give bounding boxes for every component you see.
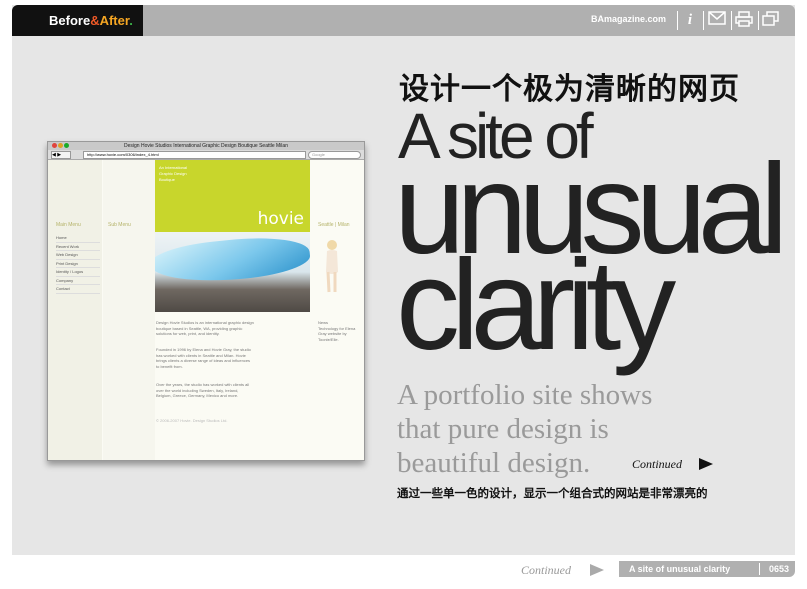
window-icon[interactable]: [760, 11, 782, 29]
brand-logo[interactable]: Before&After.: [12, 5, 143, 36]
hero-banner: An International Graphic Design Boutique…: [155, 160, 310, 232]
person-photo: [323, 238, 341, 294]
deck-line: that pure design is: [397, 413, 609, 445]
sub-menu-column: [103, 160, 155, 460]
footer-title: A site of unusual clarity: [629, 564, 731, 574]
info-icon[interactable]: i: [679, 11, 701, 29]
print-icon[interactable]: [733, 11, 755, 29]
menu-item: Print Design: [56, 260, 100, 268]
continue-arrow-icon[interactable]: [699, 458, 713, 470]
hero-photo: [155, 232, 310, 312]
back-forward-buttons: ◀ ▶: [51, 151, 71, 159]
site-link[interactable]: BAmagazine.com: [591, 14, 666, 24]
menu-item: Company: [56, 277, 100, 285]
chinese-subtitle: 通过一些单一色的设计，显示一个组合式的网站是非常漂亮的: [397, 486, 708, 500]
menu-item: Contact: [56, 285, 100, 294]
hero-tagline: An International Graphic Design Boutique: [159, 165, 188, 182]
divider: [759, 563, 760, 575]
page-number: 0653: [768, 564, 789, 574]
browser-title: Design Hovie Studios International Graph…: [124, 143, 288, 149]
body-paragraph: Founded in 1996 by Elena and Hovie Gray,…: [156, 347, 251, 369]
top-bar: Before&After. BAmagazine.com i: [12, 5, 795, 36]
browser-toolbar: ◀ ▶ http://www.hovie.com/0306/index_4.ht…: [48, 150, 364, 160]
next-arrow-icon[interactable]: [590, 564, 604, 576]
divider: [731, 11, 732, 30]
location-label: Seattle | Milan: [318, 222, 350, 228]
headline-line-3: clarity: [396, 234, 676, 377]
menu-item: Identity / Logos: [56, 268, 100, 277]
footer-bar: A site of unusual clarity 0653: [619, 561, 795, 577]
menu-item: Web Design: [56, 251, 100, 260]
divider: [703, 11, 704, 30]
deck-line: A portfolio site shows: [397, 379, 653, 411]
mail-icon[interactable]: [706, 11, 728, 29]
search-field: Google: [308, 151, 361, 159]
main-menu-column: [48, 160, 102, 460]
body-paragraph: Over the years, the studio has worked wi…: [156, 382, 250, 398]
menu-list: Home Recent Work Web Design Print Design…: [56, 234, 100, 294]
body-paragraph: Design Hovie Studios is an international…: [156, 320, 254, 336]
website-screenshot: Design Hovie Studios International Graph…: [47, 141, 365, 461]
divider: [677, 11, 678, 30]
copyright: © 2006-2007 Hovie. Design Studios Ltd.: [156, 418, 228, 423]
main-menu-heading: Main Menu: [56, 222, 81, 228]
browser-titlebar: Design Hovie Studios International Graph…: [48, 142, 364, 150]
continued-link[interactable]: Continued: [632, 457, 682, 472]
divider: [758, 11, 759, 30]
url-bar: http://www.hovie.com/0306/index_4.html: [83, 151, 306, 159]
footer-continued-link[interactable]: Continued: [521, 563, 571, 578]
menu-item: Recent Work: [56, 243, 100, 251]
menu-item: Home: [56, 234, 100, 243]
hovie-logo: hovie: [257, 209, 304, 229]
browser-content: Main Menu Sub Menu Home Recent Work Web …: [48, 160, 364, 460]
news-note: News Technology for Elena Gray website b…: [318, 320, 356, 342]
deck-line: beautiful design.: [397, 447, 591, 479]
deck-text: A portfolio site shows that pure design …: [397, 378, 652, 480]
sub-menu-heading: Sub Menu: [108, 222, 131, 228]
